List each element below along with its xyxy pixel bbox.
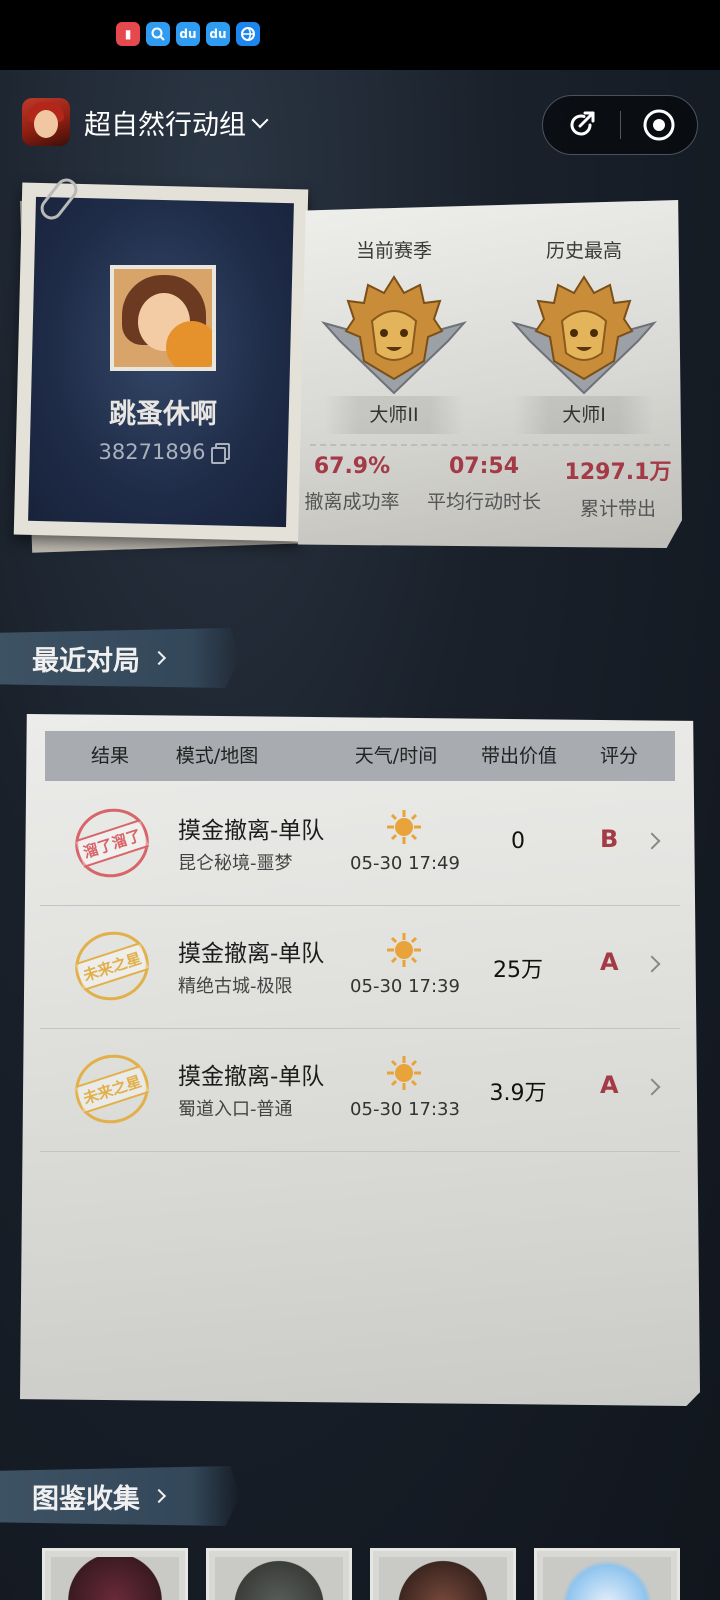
current-season-label: 当前赛季 <box>355 240 432 262</box>
match-mode: 摸金撤离-单队 <box>178 1064 325 1090</box>
collection-card[interactable] <box>42 1548 188 1600</box>
close-target-button[interactable] <box>621 95 698 155</box>
result-stamp: 溜了溜了 <box>66 799 158 887</box>
match-map: 精绝古城-极限 <box>178 976 293 997</box>
col-result: 结果 <box>90 745 129 767</box>
chevron-down-icon <box>251 111 269 128</box>
chevron-right-icon <box>151 650 167 666</box>
best-rank: 历史最高 <box>494 236 674 401</box>
match-grade: A <box>600 1071 619 1099</box>
current-season-rank: 当前赛季 <box>304 236 484 401</box>
col-mode-map: 模式/地图 <box>175 745 259 767</box>
stats-divider <box>310 444 670 446</box>
matches-table-header: 结果 模式/地图 天气/时间 带出价值 评分 <box>45 731 675 781</box>
match-map: 昆仑秘境-噩梦 <box>178 853 293 874</box>
sun-icon <box>387 810 421 844</box>
chevron-right-icon <box>151 1488 167 1504</box>
sun-icon <box>387 1056 421 1090</box>
match-value: 25万 <box>493 958 543 983</box>
match-map: 蜀道入口-普通 <box>178 1099 293 1120</box>
stat-value: 07:54 <box>448 454 520 479</box>
collection-card[interactable] <box>206 1548 352 1600</box>
master-rank-badge-icon <box>320 271 468 401</box>
best-rank-name: 大师I <box>514 396 654 434</box>
search-app-icon <box>146 22 170 46</box>
match-grade: A <box>600 948 619 976</box>
col-grade: 评分 <box>599 745 638 767</box>
result-stamp: 未来之星 <box>66 922 158 1010</box>
col-weather-time: 天气/时间 <box>354 745 438 767</box>
chevron-right-icon <box>643 832 661 850</box>
match-row[interactable]: 未来之星 摸金撤离-单队 蜀道入口-普通 05-30 17:33 3.9万 A <box>40 1029 680 1152</box>
player-id: 38271896 <box>98 440 206 464</box>
col-value: 带出价值 <box>480 745 557 767</box>
collection-card[interactable] <box>534 1548 680 1600</box>
match-time: 05-30 17:33 <box>350 1099 460 1120</box>
group-name-label: 超自然行动组 <box>84 110 246 141</box>
target-icon <box>643 109 675 141</box>
copy-icon[interactable] <box>211 443 231 464</box>
master-rank-badge-icon-best <box>510 271 658 401</box>
group-avatar[interactable] <box>22 98 70 146</box>
match-grade: B <box>600 825 619 853</box>
match-value: 0 <box>511 829 525 854</box>
chevron-right-icon <box>643 955 661 973</box>
stat-avg-duration: 07:54 平均行动时长 <box>422 454 546 514</box>
match-time: 05-30 17:49 <box>350 853 460 874</box>
result-stamp: 未来之星 <box>66 1045 158 1133</box>
stat-total-extracted: 1297.1万 累计带出 <box>562 454 674 521</box>
stat-label: 撤离成功率 <box>304 491 400 513</box>
browser-app-icon <box>236 22 260 46</box>
mini-program-capsule <box>542 95 698 155</box>
match-value: 3.9万 <box>489 1081 547 1106</box>
stat-value: 1297.1万 <box>564 460 672 485</box>
stat-label: 平均行动时长 <box>426 491 541 513</box>
collection-card[interactable] <box>370 1548 516 1600</box>
baidu-app-icon-2: du <box>206 22 230 46</box>
share-icon <box>570 111 595 136</box>
match-time: 05-30 17:39 <box>350 976 460 997</box>
app-header: 超自然行动组 <box>22 95 698 155</box>
match-row[interactable]: 溜了溜了 摸金撤离-单队 昆仑秘境-噩梦 05-30 17:49 0 B <box>40 783 680 906</box>
current-rank-name: 大师II <box>324 396 464 434</box>
book-app-icon: ▮ <box>116 22 140 46</box>
baidu-app-icon: du <box>176 22 200 46</box>
match-mode: 摸金撤离-单队 <box>178 941 325 967</box>
rank-stats-panel: 当前赛季 历史最高 大师II 大师I 67.9% 撤离成功率 07:54 平均行… <box>298 200 682 548</box>
player-name: 跳蚤休啊 <box>109 399 217 430</box>
collection-title: 图鉴收集 <box>32 1483 140 1515</box>
status-bar: ▮ du du <box>0 0 720 70</box>
collection-header[interactable]: 图鉴收集 <box>0 1466 240 1526</box>
player-avatar[interactable] <box>110 265 216 371</box>
best-season-label: 历史最高 <box>545 240 622 262</box>
share-button[interactable] <box>543 95 620 155</box>
stat-value: 67.9% <box>313 454 391 479</box>
recent-matches-title: 最近对局 <box>32 645 140 677</box>
chevron-right-icon <box>643 1078 661 1096</box>
player-id-row: 38271896 <box>34 440 292 464</box>
recent-matches-header[interactable]: 最近对局 <box>0 628 240 688</box>
stat-label: 累计带出 <box>579 498 656 520</box>
group-selector[interactable]: 超自然行动组 <box>84 103 269 142</box>
stat-extract-rate: 67.9% 撤离成功率 <box>300 454 404 514</box>
match-mode: 摸金撤离-单队 <box>178 818 325 844</box>
status-notification-icons: ▮ du du <box>116 22 260 46</box>
sun-icon <box>387 933 421 967</box>
match-row[interactable]: 未来之星 摸金撤离-单队 精绝古城-极限 05-30 17:39 25万 A <box>40 906 680 1029</box>
